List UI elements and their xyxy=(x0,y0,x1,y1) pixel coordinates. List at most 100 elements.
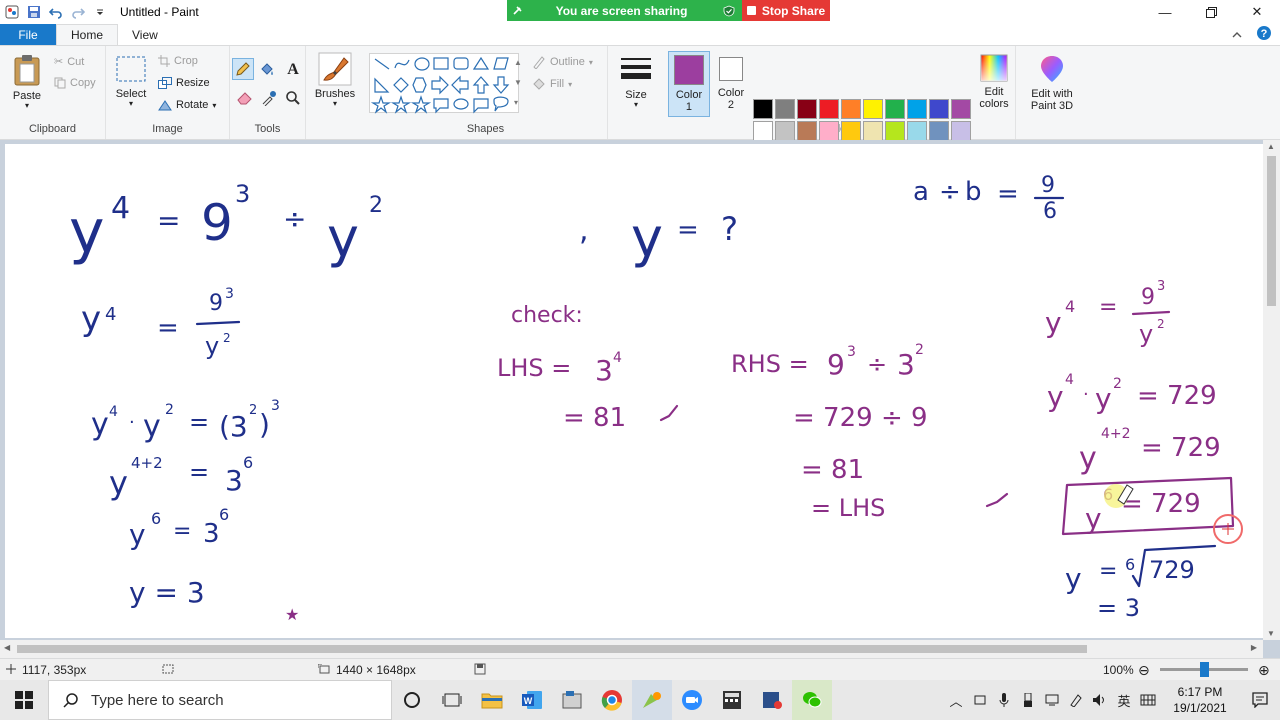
horizontal-scroll-thumb[interactable] xyxy=(17,645,1087,653)
vertical-scrollbar[interactable]: ▲ ▼ xyxy=(1263,140,1280,640)
recorder-icon[interactable] xyxy=(752,680,792,720)
edit-with-paint3d-button[interactable]: Edit with Paint 3D xyxy=(1024,54,1080,112)
tray-overflow-icon[interactable]: ︿ xyxy=(944,680,968,720)
color2-button[interactable]: Color 2 xyxy=(714,54,748,111)
zoom-app-icon[interactable] xyxy=(672,680,712,720)
palette-swatch[interactable] xyxy=(819,99,839,119)
file-explorer-icon[interactable] xyxy=(472,680,512,720)
palette-swatch[interactable] xyxy=(797,99,817,119)
scroll-down-icon[interactable]: ▼ xyxy=(1267,629,1275,638)
shapes-gallery[interactable] xyxy=(369,53,519,114)
start-button[interactable] xyxy=(0,680,48,720)
palette-swatch[interactable] xyxy=(863,121,883,141)
palette-swatch[interactable] xyxy=(775,121,795,141)
scroll-up-icon[interactable]: ▲ xyxy=(1267,142,1275,151)
tab-home[interactable]: Home xyxy=(56,24,119,45)
keyboard-icon[interactable] xyxy=(1136,680,1160,720)
wechat-icon[interactable] xyxy=(792,680,832,720)
fill-button[interactable]: Fill ▾ xyxy=(532,77,572,91)
speaker-icon[interactable] xyxy=(1088,680,1112,720)
brushes-button[interactable]: Brushes ▾ xyxy=(314,52,356,108)
customize-qat-icon[interactable] xyxy=(92,4,108,20)
calculator-icon[interactable] xyxy=(712,680,752,720)
palette-swatch[interactable] xyxy=(907,99,927,119)
taskbar-search[interactable]: Type here to search xyxy=(48,680,392,720)
microphone-icon[interactable] xyxy=(992,680,1016,720)
palette-swatch[interactable] xyxy=(775,99,795,119)
maximize-icon[interactable] xyxy=(1188,0,1234,24)
palette-swatch[interactable] xyxy=(951,121,971,141)
palette-swatch[interactable] xyxy=(951,99,971,119)
cut-button[interactable]: ✂ Cut xyxy=(54,55,84,69)
brushes-dropdown-icon[interactable]: ▾ xyxy=(333,100,337,108)
collapse-ribbon-icon[interactable] xyxy=(1232,28,1242,42)
resize-button[interactable]: Resize xyxy=(158,77,210,89)
palette-swatch[interactable] xyxy=(753,99,773,119)
palette-swatch[interactable] xyxy=(819,121,839,141)
shapes-scroll-down-icon[interactable]: ▼ xyxy=(514,78,522,87)
rotate-dropdown-icon[interactable]: ▾ xyxy=(212,101,216,110)
select-dropdown-icon[interactable]: ▾ xyxy=(129,100,133,108)
paint-taskbar-icon[interactable] xyxy=(632,680,672,720)
edit-colors-button[interactable]: Edit colors xyxy=(974,54,1014,110)
close-icon[interactable]: ✕ xyxy=(1234,0,1280,24)
paste-dropdown-icon[interactable]: ▾ xyxy=(25,102,29,110)
vertical-scroll-thumb[interactable] xyxy=(1267,156,1276,306)
scroll-right-icon[interactable]: ▶ xyxy=(1251,643,1257,652)
shapes-expand-icon[interactable]: ▾ xyxy=(514,98,518,107)
palette-swatch[interactable] xyxy=(841,99,861,119)
undo-icon[interactable] xyxy=(48,4,64,20)
palette-swatch[interactable] xyxy=(907,121,927,141)
palette-swatch[interactable] xyxy=(863,99,883,119)
fill-bucket-icon[interactable] xyxy=(256,60,278,80)
rotate-button[interactable]: Rotate ▾ xyxy=(158,99,216,111)
palette-swatch[interactable] xyxy=(797,121,817,141)
size-dropdown-icon[interactable]: ▾ xyxy=(634,101,638,109)
palette-swatch[interactable] xyxy=(885,121,905,141)
crop-button[interactable]: Crop xyxy=(158,55,198,67)
scroll-left-icon[interactable]: ◀ xyxy=(4,643,10,652)
meet-now-icon[interactable] xyxy=(968,680,992,720)
word-icon[interactable]: W xyxy=(512,680,552,720)
cortana-icon[interactable] xyxy=(392,680,432,720)
palette-swatch[interactable] xyxy=(885,99,905,119)
pencil-icon[interactable] xyxy=(232,58,254,80)
notification-center-icon[interactable] xyxy=(1240,680,1280,720)
select-button[interactable]: Select ▾ xyxy=(114,56,148,108)
palette-swatch[interactable] xyxy=(929,99,949,119)
zoom-in-icon[interactable]: ⊕ xyxy=(1258,661,1270,679)
ime-indicator[interactable]: 英 xyxy=(1112,680,1136,720)
text-tool-icon[interactable]: A xyxy=(282,60,304,80)
drawing-canvas[interactable]: y 4 = 9 3 ÷ y 2 , y = ? a ÷ b = 9 6 y 4 … xyxy=(5,144,1263,638)
color1-button[interactable]: Color 1 xyxy=(668,51,710,117)
network-icon[interactable] xyxy=(1040,680,1064,720)
redo-icon[interactable] xyxy=(70,4,86,20)
help-icon[interactable]: ? xyxy=(1256,25,1272,44)
minimize-icon[interactable]: — xyxy=(1142,0,1188,24)
usb-icon[interactable] xyxy=(1016,680,1040,720)
shapes-scroll-up-icon[interactable]: ▲ xyxy=(514,58,522,67)
magnifier-icon[interactable] xyxy=(282,88,304,108)
zoom-out-icon[interactable]: ⊖ xyxy=(1138,661,1150,679)
tab-view[interactable]: View xyxy=(118,24,172,45)
size-button[interactable]: Size ▾ xyxy=(618,55,654,109)
palette-swatch[interactable] xyxy=(753,121,773,141)
office-tool-icon[interactable] xyxy=(552,680,592,720)
paste-button[interactable]: Paste ▾ xyxy=(10,54,44,110)
palette-swatch[interactable] xyxy=(929,121,949,141)
pen-icon[interactable] xyxy=(1064,680,1088,720)
save-icon[interactable] xyxy=(26,4,42,20)
palette-swatch[interactable] xyxy=(841,121,861,141)
eraser-icon[interactable] xyxy=(234,88,256,108)
horizontal-scrollbar[interactable]: ◀ ▶ xyxy=(0,640,1263,658)
pin-icon[interactable] xyxy=(507,5,527,16)
task-view-icon[interactable] xyxy=(432,680,472,720)
paint-app-icon[interactable] xyxy=(4,4,20,20)
tab-file[interactable]: File xyxy=(0,24,56,45)
stop-share-button[interactable]: Stop Share xyxy=(742,0,830,21)
color-picker-icon[interactable] xyxy=(258,88,280,108)
outline-button[interactable]: Outline ▾ xyxy=(532,55,593,69)
zoom-slider-thumb[interactable] xyxy=(1200,662,1209,677)
copy-button[interactable]: Copy xyxy=(54,77,96,89)
chrome-icon[interactable] xyxy=(592,680,632,720)
